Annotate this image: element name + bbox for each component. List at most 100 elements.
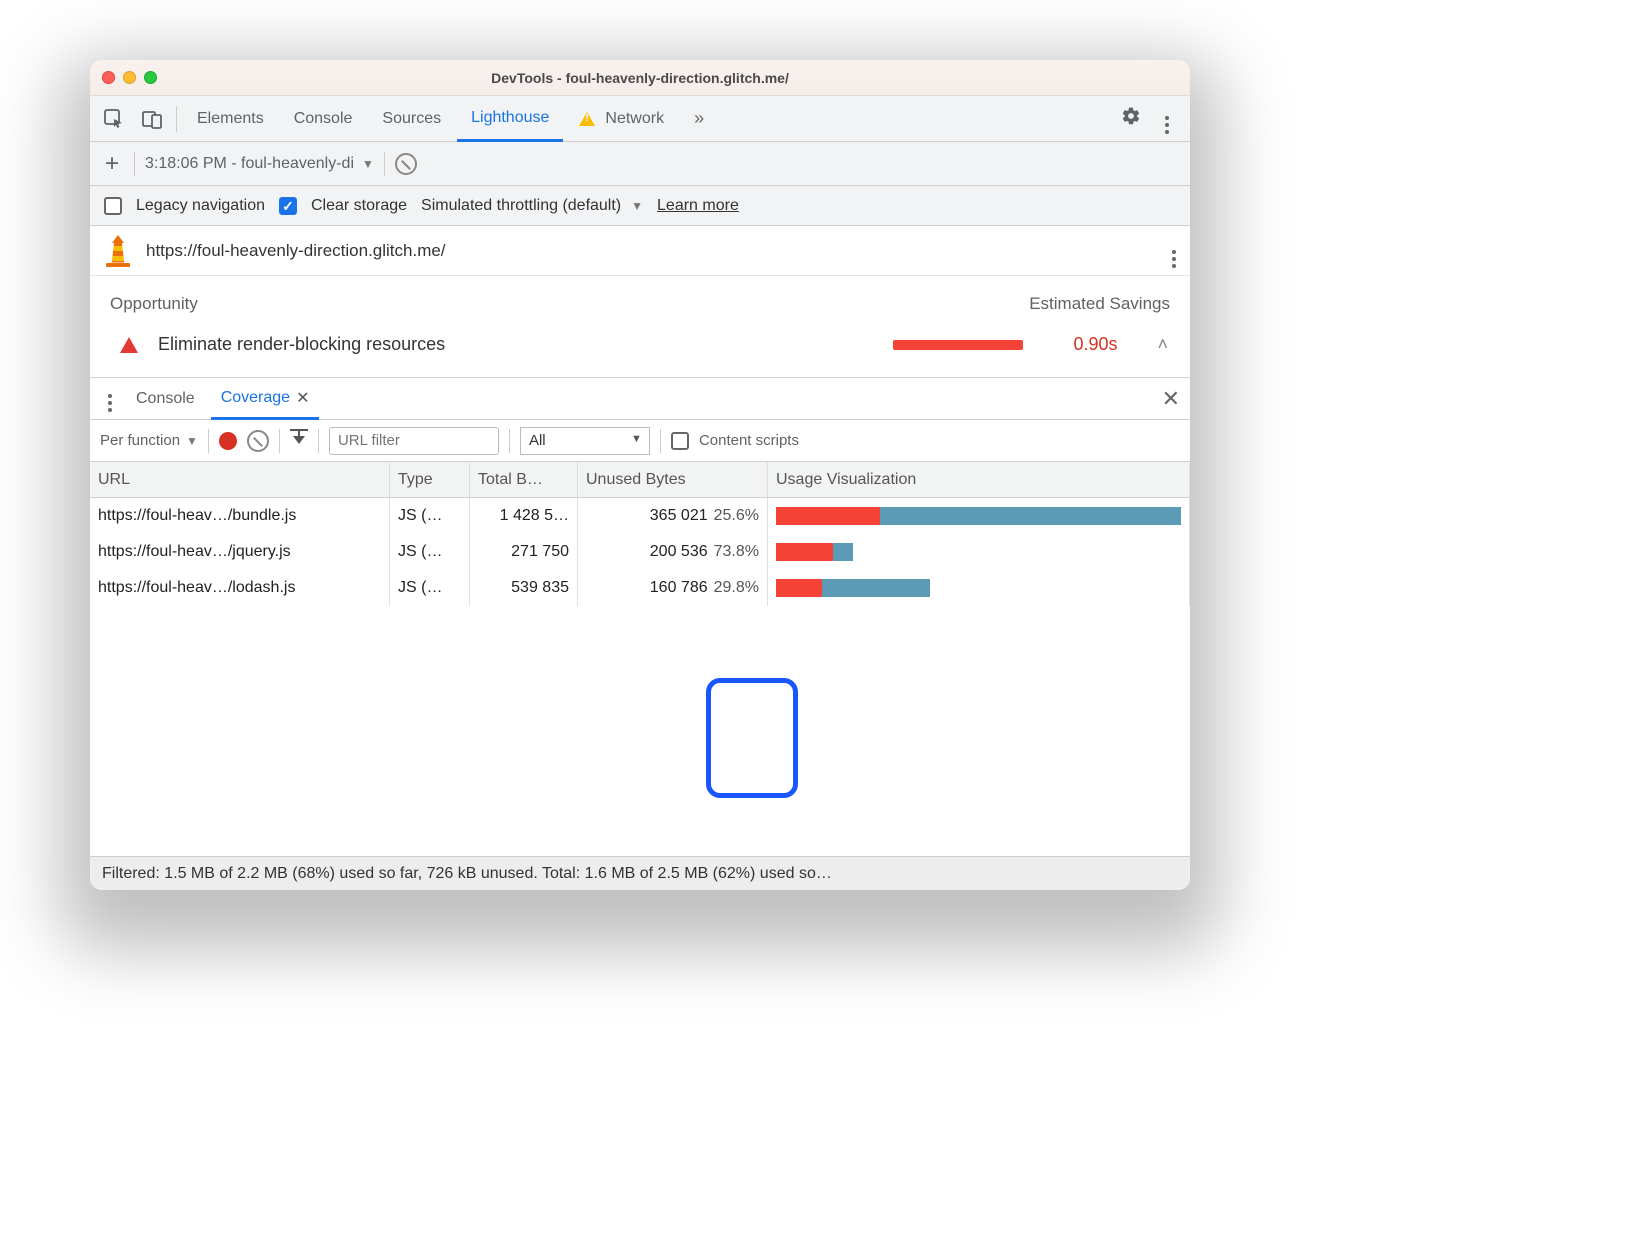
- coverage-mode-label: Per function: [100, 432, 180, 449]
- col-viz[interactable]: Usage Visualization: [768, 462, 1190, 497]
- more-options-icon[interactable]: [1150, 103, 1184, 134]
- maximize-window-icon[interactable]: [144, 71, 157, 84]
- tab-label: Network: [605, 110, 664, 128]
- coverage-toolbar: Per function ▼ All Content scripts: [90, 420, 1190, 462]
- clear-icon[interactable]: [395, 153, 417, 175]
- cell-viz: [768, 570, 1190, 606]
- lighthouse-options: Legacy navigation Clear storage Simulate…: [90, 186, 1190, 226]
- chevron-down-icon: ▼: [362, 157, 374, 171]
- lighthouse-toolbar: + 3:18:06 PM - foul-heavenly-di ▼: [90, 142, 1190, 186]
- content-scripts-label: Content scripts: [699, 432, 799, 449]
- coverage-mode-dropdown[interactable]: Per function ▼: [100, 432, 198, 449]
- divider: [384, 152, 385, 176]
- savings-value: 0.90s: [1073, 334, 1117, 355]
- warning-icon: [579, 112, 595, 126]
- type-filter-dropdown[interactable]: All: [520, 427, 650, 455]
- export-icon[interactable]: [290, 431, 308, 451]
- drawer-tab-label: Console: [136, 390, 195, 408]
- divider: [509, 429, 510, 453]
- more-icon: »: [694, 108, 704, 129]
- col-url[interactable]: URL: [90, 462, 390, 497]
- divider: [176, 106, 177, 132]
- table-row[interactable]: https://foul-heav…/lodash.jsJS (…539 835…: [90, 570, 1190, 606]
- divider: [134, 152, 135, 176]
- opportunity-title: Eliminate render-blocking resources: [158, 334, 445, 355]
- opportunity-row[interactable]: Eliminate render-blocking resources 0.90…: [90, 324, 1190, 378]
- clear-storage-label: Clear storage: [311, 197, 407, 215]
- close-tab-icon[interactable]: ✕: [296, 388, 309, 408]
- cell-url: https://foul-heav…/jquery.js: [90, 534, 390, 570]
- close-drawer-icon[interactable]: ✕: [1162, 386, 1180, 412]
- cell-type: JS (…: [390, 534, 470, 570]
- col-type[interactable]: Type: [390, 462, 470, 497]
- legacy-navigation-checkbox[interactable]: [104, 197, 122, 215]
- window-controls: [102, 71, 157, 84]
- coverage-statusbar: Filtered: 1.5 MB of 2.2 MB (68%) used so…: [90, 856, 1190, 890]
- report-url-row: https://foul-heavenly-direction.glitch.m…: [90, 226, 1190, 276]
- more-tabs-button[interactable]: »: [680, 96, 718, 141]
- col-total[interactable]: Total B…: [470, 462, 578, 497]
- panel-tabs: Elements Console Sources Lighthouse Netw…: [90, 96, 1190, 142]
- cell-unused: 160 786 29.8%: [578, 570, 768, 606]
- report-dropdown[interactable]: 3:18:06 PM - foul-heavenly-di ▼: [145, 155, 374, 173]
- tab-label: Elements: [197, 110, 264, 128]
- divider: [660, 429, 661, 453]
- report-label: 3:18:06 PM - foul-heavenly-di: [145, 155, 354, 173]
- legacy-navigation-label: Legacy navigation: [136, 197, 265, 215]
- lighthouse-icon: [104, 235, 132, 267]
- drawer-tab-console[interactable]: Console: [126, 378, 205, 419]
- drawer-tab-label: Coverage: [221, 389, 290, 407]
- divider: [279, 429, 280, 453]
- cell-total: 271 750: [470, 534, 578, 570]
- cell-url: https://foul-heav…/lodash.js: [90, 570, 390, 606]
- cell-type: JS (…: [390, 570, 470, 606]
- coverage-table: URL Type Total B… Unused Bytes Usage Vis…: [90, 462, 1190, 856]
- report-menu-icon[interactable]: [1172, 234, 1176, 268]
- tab-label: Lighthouse: [471, 109, 549, 127]
- minimize-window-icon[interactable]: [123, 71, 136, 84]
- tab-lighthouse[interactable]: Lighthouse: [457, 97, 563, 142]
- opportunity-header-left: Opportunity: [110, 294, 198, 314]
- clear-storage-checkbox[interactable]: [279, 197, 297, 215]
- inspect-element-icon[interactable]: [96, 101, 132, 137]
- tab-console[interactable]: Console: [280, 96, 367, 141]
- cell-total: 539 835: [470, 570, 578, 606]
- cell-url: https://foul-heav…/bundle.js: [90, 498, 390, 534]
- cell-viz: [768, 498, 1190, 534]
- drawer-menu-icon[interactable]: [100, 385, 120, 412]
- throttling-label: Simulated throttling (default): [421, 197, 621, 215]
- url-filter-input[interactable]: [329, 427, 499, 455]
- window-title: DevTools - foul-heavenly-direction.glitc…: [90, 70, 1190, 86]
- cell-total: 1 428 5…: [470, 498, 578, 534]
- col-unused[interactable]: Unused Bytes: [578, 462, 768, 497]
- chevron-down-icon: ▼: [186, 434, 198, 448]
- tab-elements[interactable]: Elements: [183, 96, 278, 141]
- statusbar-text: Filtered: 1.5 MB of 2.2 MB (68%) used so…: [102, 865, 832, 883]
- type-filter-select[interactable]: All: [520, 427, 650, 455]
- table-row[interactable]: https://foul-heav…/jquery.jsJS (…271 750…: [90, 534, 1190, 570]
- close-window-icon[interactable]: [102, 71, 115, 84]
- table-row[interactable]: https://foul-heav…/bundle.jsJS (…1 428 5…: [90, 498, 1190, 534]
- settings-icon[interactable]: [1114, 106, 1148, 132]
- report-url: https://foul-heavenly-direction.glitch.m…: [146, 241, 446, 261]
- cell-viz: [768, 534, 1190, 570]
- drawer-tab-coverage[interactable]: Coverage ✕: [211, 379, 320, 420]
- clear-coverage-icon[interactable]: [247, 430, 269, 452]
- savings-bar: [893, 340, 1023, 350]
- chevron-up-icon: ˄: [1157, 334, 1168, 355]
- table-body: https://foul-heav…/bundle.jsJS (…1 428 5…: [90, 498, 1190, 856]
- titlebar: DevTools - foul-heavenly-direction.glitc…: [90, 60, 1190, 96]
- new-report-button[interactable]: +: [100, 150, 124, 178]
- tab-network[interactable]: Network: [565, 96, 678, 141]
- divider: [208, 429, 209, 453]
- record-icon[interactable]: [219, 432, 237, 450]
- content-scripts-checkbox[interactable]: [671, 432, 689, 450]
- throttling-dropdown[interactable]: Simulated throttling (default) ▼: [421, 197, 643, 215]
- learn-more-link[interactable]: Learn more: [657, 197, 739, 215]
- cell-type: JS (…: [390, 498, 470, 534]
- device-toolbar-icon[interactable]: [134, 101, 170, 137]
- tab-sources[interactable]: Sources: [368, 96, 455, 141]
- opportunity-section: Opportunity Estimated Savings Eliminate …: [90, 276, 1190, 378]
- fail-icon: [120, 337, 138, 353]
- cell-unused: 365 021 25.6%: [578, 498, 768, 534]
